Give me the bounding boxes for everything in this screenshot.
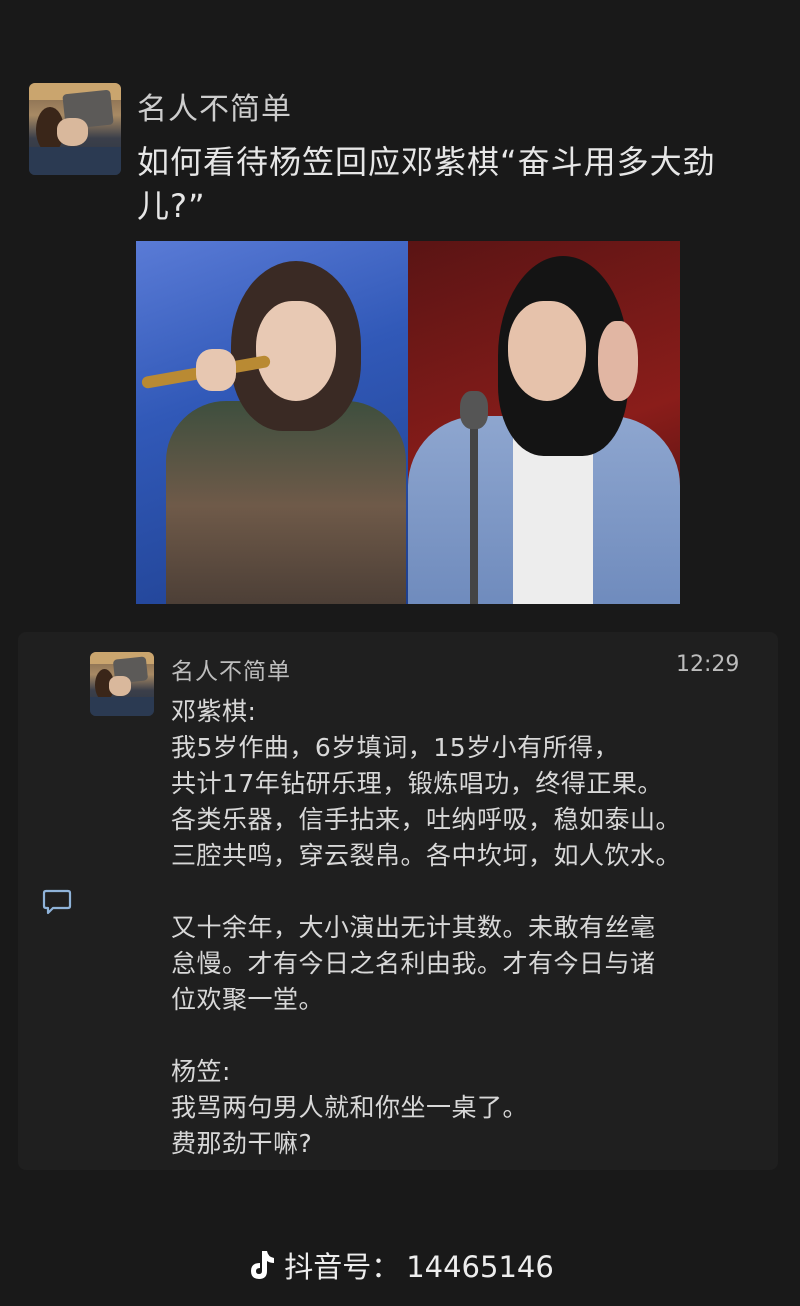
post-image-collage[interactable] <box>136 241 680 604</box>
post-title: 如何看待杨笠回应邓紫棋“奋斗用多大劲儿?” <box>137 143 716 225</box>
comment-line: 三腔共鸣，穿云裂帛。各中坎坷，如人饮水。 <box>171 841 682 870</box>
comment-line: 位欢聚一堂。 <box>171 985 325 1014</box>
post-author-name[interactable]: 名人不简单 <box>137 84 292 128</box>
comment-line: 各类乐器，信手拈来，吐纳呼吸，稳如泰山。 <box>171 805 682 834</box>
comment-line: 怠慢。才有今日之名利由我。才有今日与诸 <box>171 949 656 978</box>
photo-comedian[interactable] <box>408 241 680 604</box>
comment-line: 费那劲干嘛? <box>171 1129 313 1158</box>
douyin-id-label: 抖音号： <box>284 1250 401 1284</box>
douyin-id-value: 14465146 <box>406 1250 554 1284</box>
comment-icon[interactable] <box>42 888 72 916</box>
photo-singer[interactable] <box>136 241 408 604</box>
comment-author-name[interactable]: 名人不简单 <box>171 652 291 686</box>
comment-line: 又十余年，大小演出无计其数。未敢有丝毫 <box>171 913 656 942</box>
comment-line: 我5岁作曲，6岁填词，15岁小有所得， <box>171 733 620 762</box>
tiktok-logo-icon <box>251 1251 275 1279</box>
comment-line: 杨笠: <box>171 1057 231 1086</box>
watermark: 抖音号： 14465146 <box>0 1244 800 1286</box>
comment-line: 邓紫棋: <box>171 697 257 726</box>
comment-author-avatar[interactable] <box>90 652 154 716</box>
comment-time: 12:29 <box>676 652 740 677</box>
post-author-avatar[interactable] <box>29 83 121 175</box>
comment-text: 邓紫棋: 我5岁作曲，6岁填词，15岁小有所得， 共计17年钻研乐理，锻炼唱功，… <box>171 694 771 1162</box>
comment-line: 共计17年钻研乐理，锻炼唱功，终得正果。 <box>171 769 663 798</box>
comment-line: 我骂两句男人就和你坐一桌了。 <box>171 1093 529 1122</box>
